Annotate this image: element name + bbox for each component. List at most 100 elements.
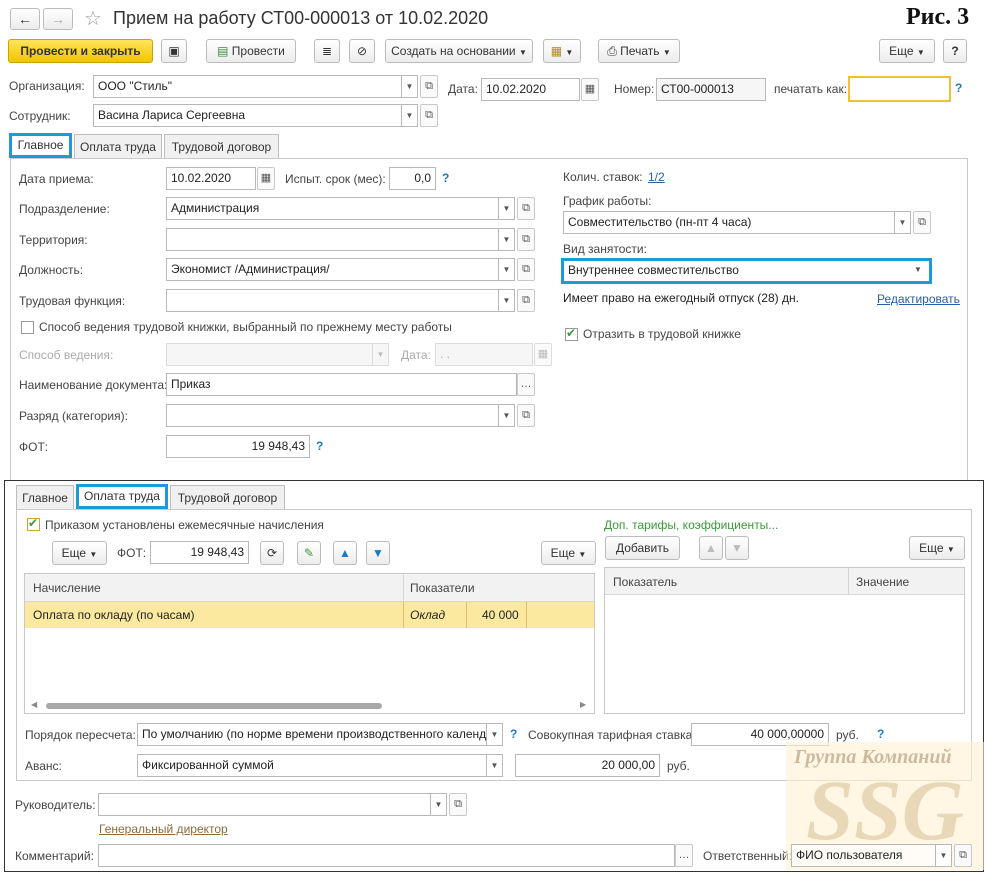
scroll-right-icon[interactable]: ▶ (580, 700, 586, 709)
add-button[interactable]: Добавить (605, 536, 680, 560)
move-down-icon[interactable]: ▼ (366, 541, 390, 565)
back-button[interactable]: ← (10, 8, 40, 30)
organization-dropdown[interactable]: ▼ (402, 75, 418, 98)
reflect-workbook-checkbox[interactable] (565, 326, 578, 341)
help-icon[interactable]: ? (442, 171, 449, 185)
pay-more-label: Еще (61, 546, 87, 560)
head-position-link[interactable]: Генеральный директор (99, 822, 228, 836)
position-open-icon[interactable]: ⧉ (517, 258, 535, 281)
help-button[interactable]: ? (943, 39, 967, 63)
tab-pay[interactable]: Оплата труда (74, 134, 162, 159)
workbook-method-checkbox[interactable] (21, 321, 34, 334)
move-up-icon[interactable]: ▲ (333, 541, 357, 565)
overlay-tab-main[interactable]: Главное (16, 485, 74, 510)
monthly-accruals-checkbox[interactable] (27, 516, 40, 531)
report-icon[interactable]: ≣ (314, 39, 340, 63)
indicators-column-header[interactable]: Показатели (410, 581, 475, 595)
territory-open-icon[interactable]: ⧉ (517, 228, 535, 251)
help-icon[interactable]: ? (316, 439, 323, 453)
scroll-left-icon[interactable]: ◀ (31, 700, 37, 709)
post-and-close-button[interactable]: Провести и закрыть (8, 39, 153, 63)
labor-function-field[interactable] (166, 289, 499, 312)
department-field[interactable]: Администрация (166, 197, 499, 220)
fot-field[interactable]: 19 948,43 (166, 435, 310, 458)
edit-link[interactable]: Редактировать (877, 292, 960, 306)
department-open-icon[interactable]: ⧉ (517, 197, 535, 220)
grade-dropdown[interactable]: ▼ (499, 404, 515, 427)
employee-open-icon[interactable]: ⧉ (420, 104, 438, 127)
recalc-field[interactable]: По умолчанию (по норме времени производс… (137, 723, 487, 746)
grade-open-icon[interactable]: ⧉ (517, 404, 535, 427)
pay-more-button[interactable]: Еще ▼ (52, 541, 107, 565)
extra-tariffs-link[interactable]: Доп. тарифы, коэффициенты... (604, 518, 778, 532)
head-field[interactable] (98, 793, 431, 816)
head-dropdown[interactable]: ▼ (431, 793, 447, 816)
position-dropdown[interactable]: ▼ (499, 258, 515, 281)
date-field[interactable]: 10.02.2020 (481, 78, 580, 101)
territory-field[interactable] (166, 228, 499, 251)
advance-amount-field[interactable]: 20 000,00 (515, 754, 660, 777)
schedule-field[interactable]: Совместительство (пн-пт 4 часа) (563, 211, 895, 234)
employee-dropdown[interactable]: ▼ (402, 104, 418, 127)
responsible-dropdown[interactable]: ▼ (936, 844, 952, 867)
position-field[interactable]: Экономист /Администрация/ (166, 258, 499, 281)
documents-menu-button[interactable]: ▦ ▼ (543, 39, 581, 63)
labor-function-open-icon[interactable]: ⧉ (517, 289, 535, 312)
right-more-button[interactable]: Еще ▼ (909, 536, 965, 560)
value-column-header[interactable]: Значение (856, 575, 909, 589)
rates-link[interactable]: 1/2 (648, 170, 665, 184)
organization-open-icon[interactable]: ⧉ (420, 75, 438, 98)
doc-name-field[interactable]: Приказ (166, 373, 517, 396)
forward-button[interactable]: → (43, 8, 73, 30)
method-date-field: . . (435, 343, 533, 366)
tab-contract[interactable]: Трудовой договор (164, 134, 279, 159)
calendar-icon[interactable]: ▦ (257, 167, 275, 190)
probation-field[interactable]: 0,0 (389, 167, 436, 190)
save-icon[interactable]: ▣ (161, 39, 187, 63)
help-icon[interactable]: ? (510, 727, 517, 741)
accrual-column-header[interactable]: Начисление (33, 581, 101, 595)
schedule-open-icon[interactable]: ⧉ (913, 211, 931, 234)
labor-function-dropdown[interactable]: ▼ (499, 289, 515, 312)
department-dropdown[interactable]: ▼ (499, 197, 515, 220)
grade-field[interactable] (166, 404, 499, 427)
print-as-field[interactable] (848, 76, 951, 102)
grid-more-button[interactable]: Еще ▼ (541, 541, 596, 565)
territory-dropdown[interactable]: ▼ (499, 228, 515, 251)
tab-main[interactable]: Главное (9, 133, 72, 158)
calendar-icon[interactable]: ▦ (581, 78, 599, 101)
overlay-tab-contract[interactable]: Трудовой договор (170, 485, 285, 510)
hire-date-field[interactable]: 10.02.2020 (166, 167, 256, 190)
chevron-down-icon[interactable]: ▼ (914, 265, 922, 274)
indicator-column-header[interactable]: Показатель (613, 575, 677, 589)
refresh-icon[interactable]: ⟳ (260, 541, 284, 565)
responsible-field[interactable]: ФИО пользователя (791, 844, 936, 867)
paperclip-icon[interactable]: ⊘ (349, 39, 375, 63)
employee-field[interactable]: Васина Лариса Сергеевна (93, 104, 402, 127)
advance-dropdown[interactable]: ▼ (487, 754, 503, 777)
move-down-icon[interactable]: ▼ (725, 536, 749, 560)
horizontal-scrollbar[interactable] (46, 703, 382, 709)
pay-fot-field[interactable]: 19 948,43 (150, 541, 249, 564)
pencil-icon[interactable]: ✎ (297, 541, 321, 565)
employment-type-field[interactable]: Внутреннее совместительство (561, 258, 932, 284)
advance-field[interactable]: Фиксированной суммой (137, 754, 487, 777)
ellipsis-icon[interactable]: … (517, 373, 535, 396)
create-based-on-button[interactable]: Создать на основании ▼ (385, 39, 533, 63)
print-button[interactable]: ⎙ Печать ▼ (598, 39, 680, 63)
move-up-icon[interactable]: ▲ (699, 536, 723, 560)
comment-field[interactable] (98, 844, 675, 867)
help-icon[interactable]: ? (877, 727, 884, 741)
star-icon[interactable]: ☆ (84, 6, 102, 31)
ellipsis-icon[interactable]: … (675, 844, 693, 867)
responsible-open-icon[interactable]: ⧉ (954, 844, 972, 867)
post-button[interactable]: ▤ Провести (206, 39, 296, 63)
recalc-dropdown[interactable]: ▼ (487, 723, 503, 746)
more-button[interactable]: Еще ▼ (879, 39, 935, 63)
overlay-tab-pay[interactable]: Оплата труда (76, 484, 168, 509)
head-open-icon[interactable]: ⧉ (449, 793, 467, 816)
help-icon[interactable]: ? (955, 81, 962, 95)
number-field[interactable]: СТ00-000013 (656, 78, 766, 101)
schedule-dropdown[interactable]: ▼ (895, 211, 911, 234)
organization-field[interactable]: ООО "Стиль" (93, 75, 402, 98)
